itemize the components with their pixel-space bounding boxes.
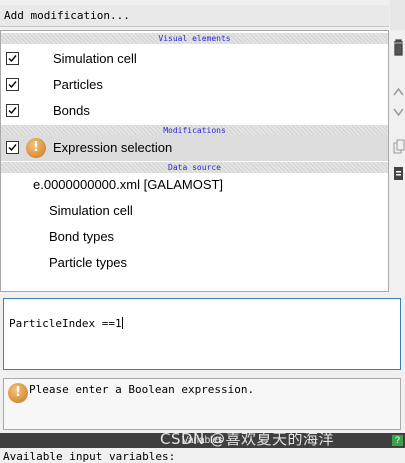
data-source-item-simulation-cell[interactable]: Simulation cell [1, 198, 388, 224]
checkbox[interactable] [6, 141, 19, 154]
add-modification-label: Add modification... [4, 9, 130, 22]
copy-icon[interactable] [392, 138, 405, 158]
text-caret [121, 317, 123, 329]
add-modification-dropdown[interactable]: Add modification... [0, 5, 389, 27]
move-down-icon[interactable] [392, 102, 405, 122]
scrollbar-top[interactable] [390, 0, 405, 30]
help-icon[interactable]: ? [392, 435, 403, 446]
available-variables-label: Available input variables: [3, 450, 176, 463]
expression-input[interactable]: ParticleIndex ==1 [3, 298, 401, 370]
checkbox[interactable] [6, 52, 19, 65]
pipeline-item-expression-selection[interactable]: ! Expression selection [1, 135, 388, 161]
data-source-file-label: e.0000000000.xml [GALAMOST] [33, 177, 224, 192]
pipeline-item-label: Bonds [53, 103, 90, 118]
watermark: CSDN @喜欢夏天的海洋 [160, 430, 335, 448]
warning-icon: ! [8, 383, 28, 403]
move-up-icon[interactable] [392, 82, 405, 102]
pipeline-toolbar [392, 30, 405, 230]
pipeline-list[interactable]: Visual elements Simulation cell Particle… [0, 30, 389, 292]
status-message: Please enter a Boolean expression. [29, 383, 255, 396]
section-header-visual-elements: Visual elements [1, 33, 388, 44]
data-source-item-label: Simulation cell [49, 203, 133, 218]
delete-icon[interactable] [392, 38, 405, 58]
pipeline-item-label: Simulation cell [53, 51, 137, 66]
pipeline-item-particles[interactable]: Particles [1, 72, 388, 98]
pipeline-item-simulation-cell[interactable]: Simulation cell [1, 46, 388, 72]
data-source-item-bond-types[interactable]: Bond types [1, 224, 388, 250]
data-source-item-label: Bond types [49, 229, 115, 244]
checkbox[interactable] [6, 104, 19, 117]
pipeline-item-label: Particles [53, 77, 103, 92]
clipboard-icon[interactable] [392, 164, 405, 184]
data-source-item-label: Particle types [49, 255, 128, 270]
expression-text: ParticleIndex ==1 [9, 317, 122, 330]
data-source-item-particle-types[interactable]: Particle types [1, 250, 388, 276]
warning-icon: ! [26, 138, 46, 158]
checkbox[interactable] [6, 78, 19, 91]
pipeline-item-label: Expression selection [53, 140, 173, 155]
pipeline-item-bonds[interactable]: Bonds [1, 98, 388, 124]
data-source-file[interactable]: e.0000000000.xml [GALAMOST] [1, 172, 388, 198]
status-panel: ! Please enter a Boolean expression. [3, 378, 401, 430]
